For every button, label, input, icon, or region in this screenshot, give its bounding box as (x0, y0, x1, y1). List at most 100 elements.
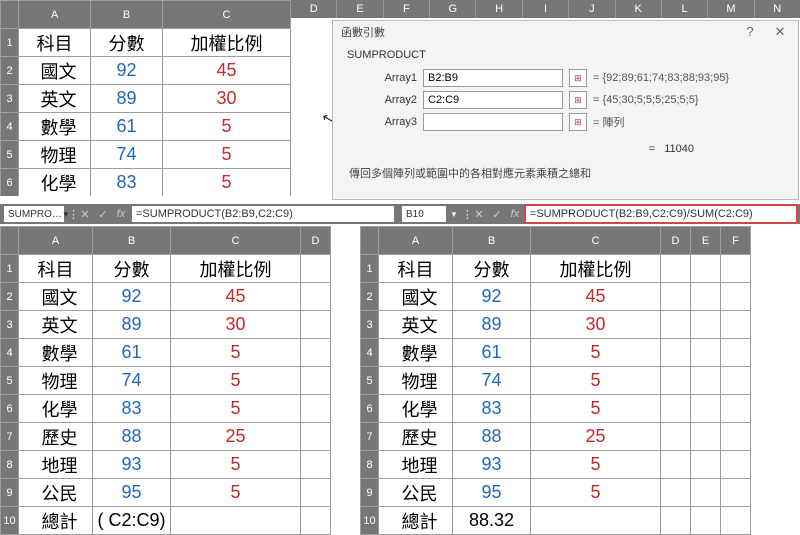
range-selector-icon[interactable]: ⊞ (569, 91, 587, 109)
enter-icon[interactable]: ✓ (490, 208, 504, 221)
name-box-right[interactable]: B10 (402, 206, 446, 222)
col-header-d[interactable]: D (661, 227, 691, 255)
corner-cell[interactable] (1, 227, 19, 255)
row-header[interactable]: 6 (361, 395, 379, 423)
cancel-icon[interactable]: ✕ (472, 208, 486, 221)
cell-score[interactable]: 83 (453, 395, 531, 423)
cell-subject[interactable]: 物理 (19, 141, 91, 169)
col-header-f[interactable]: F (721, 227, 751, 255)
col-header-c[interactable]: C (531, 227, 661, 255)
cell-score[interactable]: 89 (91, 85, 163, 113)
cell-empty[interactable] (661, 479, 691, 507)
cell-subject[interactable]: 地理 (19, 451, 93, 479)
cell-empty[interactable] (661, 423, 691, 451)
col-header-n[interactable]: N (754, 0, 800, 18)
col-header-e[interactable]: E (336, 0, 382, 18)
row-header[interactable]: 3 (361, 311, 379, 339)
cell-subject[interactable]: 英文 (379, 311, 453, 339)
col-header-c[interactable]: C (163, 1, 291, 29)
col-header-d[interactable]: D (290, 0, 336, 18)
cell-score[interactable]: 93 (93, 451, 171, 479)
cell-subject[interactable]: 科目 (19, 255, 93, 283)
bottom-right-spreadsheet[interactable]: A B C D E F 1科目分數加權比例2國文92453英文89304數學61… (360, 226, 751, 535)
col-header-a[interactable]: A (19, 227, 93, 255)
cell-weight[interactable]: 5 (531, 451, 661, 479)
top-spreadsheet[interactable]: A B C 1科目分數加權比例2國文92453英文89304數學6155物理74… (0, 0, 291, 196)
cell-empty[interactable] (661, 311, 691, 339)
cell-empty[interactable] (691, 255, 721, 283)
cell-weight[interactable]: 5 (171, 395, 301, 423)
cell-score[interactable]: 74 (93, 367, 171, 395)
cell-score[interactable]: 61 (91, 113, 163, 141)
col-header-c[interactable]: C (171, 227, 301, 255)
fx-icon[interactable]: fx (508, 208, 522, 220)
row-header[interactable]: 1 (1, 255, 19, 283)
cell-weight[interactable]: 5 (163, 141, 291, 169)
cell-weight[interactable]: 5 (531, 339, 661, 367)
cell-empty[interactable] (301, 283, 331, 311)
cell-subject[interactable]: 總計 (19, 507, 93, 535)
cell-empty[interactable] (721, 479, 751, 507)
fx-icon[interactable]: fx (114, 208, 128, 220)
cell-subject[interactable]: 科目 (19, 29, 91, 57)
cell-subject[interactable]: 英文 (19, 85, 91, 113)
cell-score[interactable]: 74 (91, 141, 163, 169)
row-header[interactable]: 9 (361, 479, 379, 507)
row-header[interactable]: 4 (361, 339, 379, 367)
dialog-help-button[interactable]: ? (740, 24, 760, 40)
cell-empty[interactable] (691, 283, 721, 311)
cell-empty[interactable] (691, 451, 721, 479)
function-arguments-dialog[interactable]: 函數引數 ? ✕ SUMPRODUCT Array1⊞= {92;89;61;7… (332, 20, 799, 200)
cell-empty[interactable] (691, 311, 721, 339)
row-header[interactable]: 5 (361, 367, 379, 395)
cell-empty[interactable] (721, 339, 751, 367)
cell-empty[interactable] (721, 255, 751, 283)
row-header[interactable]: 5 (1, 141, 19, 169)
arg-input[interactable] (423, 91, 563, 109)
cell-score[interactable]: 88 (93, 423, 171, 451)
row-header[interactable]: 7 (361, 423, 379, 451)
row-header[interactable]: 10 (361, 507, 379, 535)
cell-empty[interactable] (661, 507, 691, 535)
cell-score[interactable]: 89 (93, 311, 171, 339)
col-header-b[interactable]: B (93, 227, 171, 255)
cell-score[interactable]: 61 (93, 339, 171, 367)
cell-empty[interactable] (661, 395, 691, 423)
row-header[interactable]: 6 (1, 169, 19, 197)
col-header-l[interactable]: L (661, 0, 707, 18)
cell-subject[interactable]: 物理 (19, 367, 93, 395)
cell-score[interactable]: 分數 (91, 29, 163, 57)
cell-subject[interactable]: 國文 (19, 57, 91, 85)
row-header[interactable]: 1 (1, 29, 19, 57)
cell-score[interactable]: 88.32 (453, 507, 531, 535)
col-header-g[interactable]: G (429, 0, 475, 18)
cell-subject[interactable]: 數學 (379, 339, 453, 367)
cell-subject[interactable]: 國文 (19, 283, 93, 311)
cell-subject[interactable]: 國文 (379, 283, 453, 311)
cell-empty[interactable] (301, 367, 331, 395)
cell-subject[interactable]: 歷史 (379, 423, 453, 451)
cell-empty[interactable] (721, 451, 751, 479)
cell-weight[interactable]: 5 (163, 169, 291, 197)
cell-empty[interactable] (691, 395, 721, 423)
cell-weight[interactable]: 30 (171, 311, 301, 339)
row-header[interactable]: 4 (1, 113, 19, 141)
cell-weight[interactable]: 5 (531, 395, 661, 423)
row-header[interactable]: 8 (1, 451, 19, 479)
cell-score[interactable]: 95 (453, 479, 531, 507)
row-header[interactable]: 6 (1, 395, 19, 423)
cell-score[interactable]: 93 (453, 451, 531, 479)
cell-weight[interactable]: 5 (163, 113, 291, 141)
cell-score[interactable]: 61 (453, 339, 531, 367)
cell-weight[interactable]: 45 (531, 283, 661, 311)
dropdown-icon[interactable]: ▼ (450, 210, 458, 219)
row-header[interactable]: 7 (1, 423, 19, 451)
cell-empty[interactable] (721, 395, 751, 423)
range-selector-icon[interactable]: ⊞ (569, 113, 587, 131)
col-header-d[interactable]: D (301, 227, 331, 255)
cell-weight[interactable]: 25 (531, 423, 661, 451)
cell-score[interactable]: 分數 (93, 255, 171, 283)
range-selector-icon[interactable]: ⊞ (569, 69, 587, 87)
corner-cell[interactable] (361, 227, 379, 255)
cell-weight[interactable]: 25 (171, 423, 301, 451)
